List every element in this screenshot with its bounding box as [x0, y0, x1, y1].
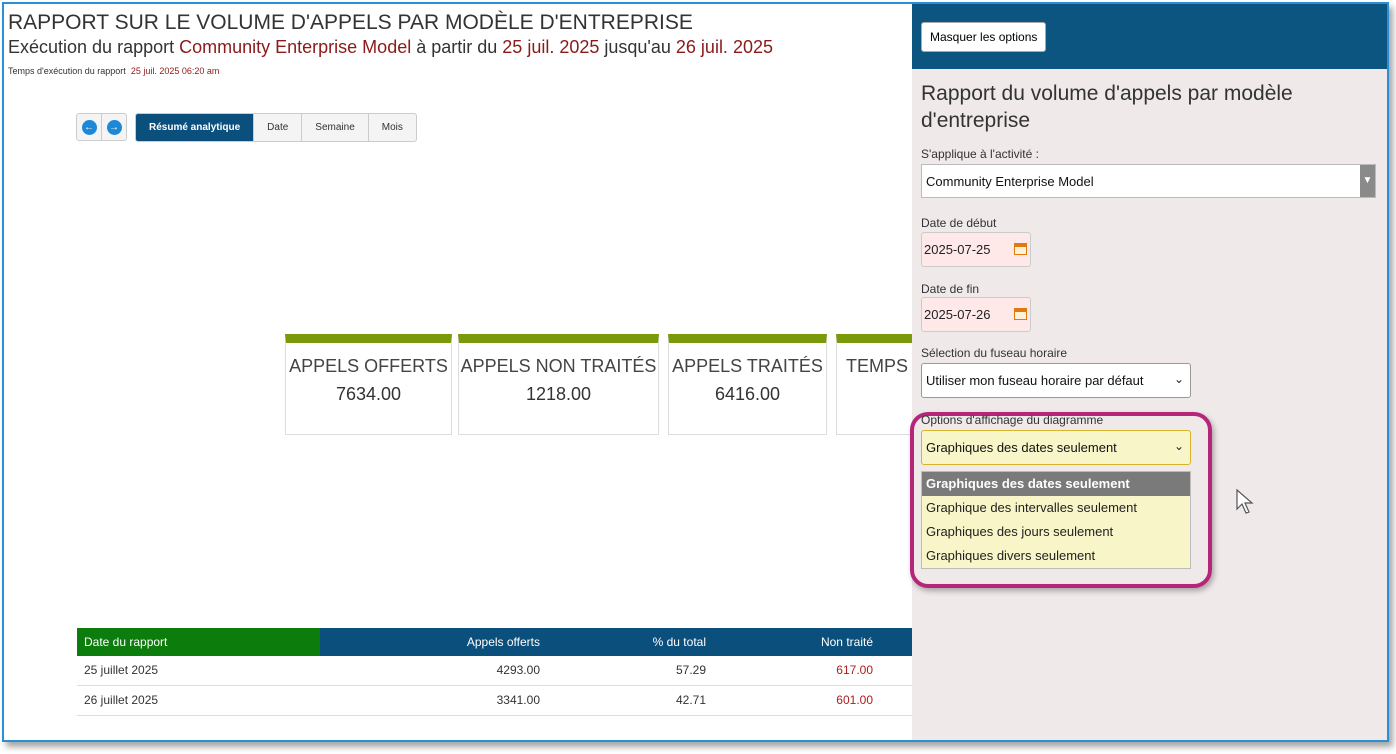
timezone-label: Sélection du fuseau horaire: [921, 346, 1068, 360]
start-date-label: Date de début: [921, 216, 997, 230]
header-percent[interactable]: % du total: [540, 628, 706, 656]
table-row: 26 juillet 2025 3341.00 42.71 601.00: [77, 686, 914, 716]
subtitle-start-date: 25 juil. 2025: [502, 37, 600, 57]
end-date-label: Date de fin: [921, 282, 980, 296]
options-panel-title: Rapport du volume d'appels par modèle d'…: [921, 82, 1293, 132]
header-unhandled[interactable]: Non traité: [706, 628, 873, 656]
report-subtitle: Exécution du rapport Community Enterpris…: [8, 37, 773, 58]
start-date-value: 2025-07-25: [924, 242, 991, 257]
chevron-down-icon: ▼: [1360, 165, 1375, 197]
tab-date[interactable]: Date: [254, 114, 303, 141]
activity-select[interactable]: Community Enterprise Model ▼: [921, 164, 1376, 198]
end-date-field[interactable]: 2025-07-26: [921, 297, 1031, 332]
exec-label: Temps d'exécution du rapport: [8, 66, 126, 76]
kpi-value: 1218.00: [525, 384, 592, 404]
subtitle-until: jusqu'au: [604, 37, 671, 57]
end-date-value: 2025-07-26: [924, 307, 991, 322]
tab-month[interactable]: Mois: [369, 114, 416, 141]
kpi-card-offered: APPELS OFFERTS 7634.00: [285, 334, 452, 435]
header-report-date[interactable]: Date du rapport: [77, 628, 320, 656]
header-group: Appels offerts % du total Non traité: [320, 628, 914, 656]
option-days-only[interactable]: Graphiques des jours seulement: [922, 520, 1190, 544]
chart-options-value: Graphiques des dates seulement: [926, 440, 1117, 455]
activity-label: S'applique à l'activité :: [921, 147, 1039, 161]
option-misc-only[interactable]: Graphiques divers seulement: [922, 544, 1190, 568]
kpi-card-handled: APPELS TRAITÉS 6416.00: [668, 334, 827, 435]
table-header: Date du rapport Appels offerts % du tota…: [77, 628, 914, 656]
option-intervals-only[interactable]: Graphique des intervalles seulement: [922, 496, 1190, 520]
cell-date: 26 juillet 2025: [84, 693, 159, 707]
chart-options-select[interactable]: Graphiques des dates seulement ⌄: [921, 430, 1191, 465]
activity-value: Community Enterprise Model: [926, 174, 1094, 189]
calendar-icon[interactable]: [1014, 308, 1027, 320]
kpi-value: 6416.00: [714, 384, 781, 404]
tab-week[interactable]: Semaine: [302, 114, 369, 141]
period-nav: ← →: [76, 113, 127, 141]
report-title: RAPPORT SUR LE VOLUME D'APPELS PAR MODÈL…: [8, 11, 693, 34]
cell-unhandled: 617.00: [836, 663, 873, 677]
option-dates-only[interactable]: Graphiques des dates seulement: [922, 472, 1190, 496]
kpi-value: 7634.00: [335, 384, 402, 404]
chevron-down-icon: ⌄: [1173, 372, 1184, 386]
mouse-pointer-icon: [1236, 489, 1254, 514]
tab-executive-summary[interactable]: Résumé analytique: [136, 114, 255, 141]
header-offered[interactable]: Appels offerts: [320, 628, 540, 656]
cell-percent: 57.29: [675, 663, 706, 677]
timezone-value: Utiliser mon fuseau horaire par défaut: [926, 373, 1144, 388]
report-table: Date du rapport Appels offerts % du tota…: [77, 628, 914, 716]
subtitle-end-date: 26 juil. 2025: [675, 37, 773, 57]
kpi-label: APPELS TRAITÉS: [672, 356, 823, 376]
execution-time: Temps d'exécution du rapport 25 juil. 20…: [8, 66, 219, 76]
cell-unhandled: 601.00: [836, 693, 873, 707]
timezone-select[interactable]: Utiliser mon fuseau horaire par défaut ⌄: [921, 363, 1191, 398]
prev-button[interactable]: ←: [77, 114, 102, 140]
options-panel: Masquer les options Rapport du volume d'…: [910, 4, 1387, 740]
cell-percent: 42.71: [675, 693, 706, 707]
next-button[interactable]: →: [102, 114, 126, 140]
table-row: 25 juillet 2025 4293.00 57.29 617.00: [77, 656, 914, 686]
kpi-label: APPELS NON TRAITÉS: [460, 356, 657, 376]
arrow-left-icon: ←: [81, 119, 97, 135]
subtitle-prefix: Exécution du rapport: [8, 37, 175, 57]
chevron-down-icon: ⌄: [1173, 439, 1184, 453]
app-window: RAPPORT SUR LE VOLUME D'APPELS PAR MODÈL…: [2, 2, 1389, 742]
options-panel-header: Masquer les options: [912, 4, 1387, 69]
calendar-icon[interactable]: [1014, 243, 1027, 255]
chart-options-label: Options d'affichage du diagramme: [921, 413, 1104, 427]
subtitle-from: à partir du: [416, 37, 498, 57]
view-tabs: Résumé analytique Date Semaine Mois: [135, 113, 417, 142]
exec-value: 25 juil. 2025 06:20 am: [130, 66, 220, 76]
subtitle-model: Community Enterprise Model: [179, 37, 412, 57]
cell-offered: 3341.00: [496, 693, 540, 707]
chart-options-dropdown: Graphiques des dates seulement Graphique…: [921, 471, 1191, 569]
cell-date: 25 juillet 2025: [84, 663, 159, 677]
cell-offered: 4293.00: [496, 663, 540, 677]
kpi-label: APPELS OFFERTS: [289, 356, 448, 376]
arrow-right-icon: →: [106, 119, 122, 135]
hide-options-button[interactable]: Masquer les options: [921, 22, 1047, 52]
start-date-field[interactable]: 2025-07-25: [921, 232, 1031, 267]
kpi-card-unhandled: APPELS NON TRAITÉS 1218.00: [458, 334, 659, 435]
